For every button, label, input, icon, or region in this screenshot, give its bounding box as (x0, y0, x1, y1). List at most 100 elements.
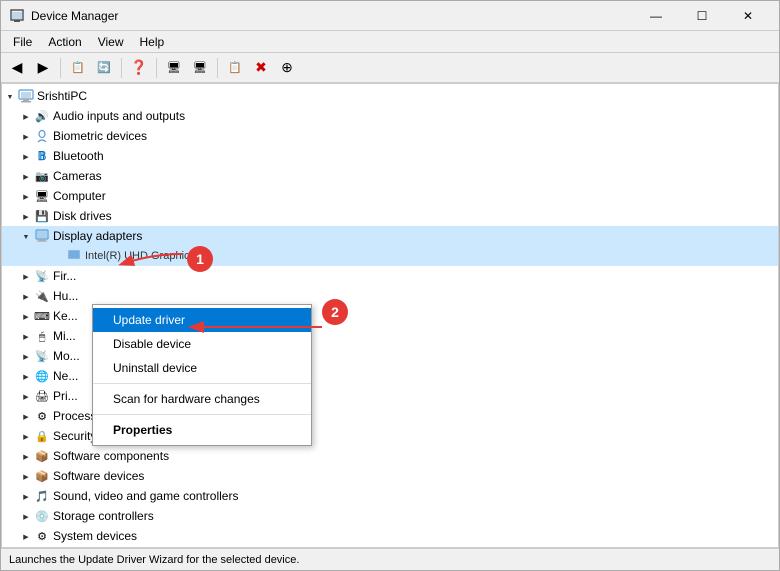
bluetooth-expand-icon[interactable] (18, 148, 34, 164)
tree-item-computer[interactable]: Computer (2, 186, 778, 206)
help-button[interactable]: ❓ (127, 57, 151, 79)
back-button[interactable]: ◀ (5, 57, 29, 79)
pri-expand-icon[interactable] (18, 388, 34, 404)
mi-label: Mi... (53, 329, 76, 343)
fir-label: Fir... (53, 269, 76, 283)
tree-item-sw-devices[interactable]: Software devices (2, 466, 778, 486)
tree-item-system[interactable]: System devices (2, 526, 778, 546)
tree-item-hu[interactable]: Hu... (2, 286, 778, 306)
update-driver-button[interactable]: 🔄 (92, 57, 116, 79)
mo-label: Mo... (53, 349, 80, 363)
tree-item-sound[interactable]: Sound, video and game controllers (2, 486, 778, 506)
tree-item-display-sub[interactable]: Intel(R) UHD Graphics (2, 246, 778, 266)
tree-item-usb-controllers[interactable]: Universal Serial Bus controllers (2, 546, 778, 547)
biometric-label: Biometric devices (53, 129, 147, 143)
ne-icon (34, 368, 50, 384)
ne-expand-icon[interactable] (18, 368, 34, 384)
system-icon (34, 528, 50, 544)
storage-icon (34, 508, 50, 524)
device-view-button[interactable]: 🖥 (188, 57, 212, 79)
menu-action[interactable]: Action (40, 33, 89, 51)
sw-devices-expand-icon[interactable] (18, 468, 34, 484)
toolbar-separator-3 (156, 58, 157, 78)
sw-devices-label: Software devices (53, 469, 144, 483)
menu-help[interactable]: Help (132, 33, 173, 51)
ctx-disable-device[interactable]: Disable device (93, 332, 311, 356)
biometric-expand-icon[interactable] (18, 128, 34, 144)
cameras-expand-icon[interactable] (18, 168, 34, 184)
fir-expand-icon[interactable] (18, 268, 34, 284)
forward-button[interactable]: ▶ (31, 57, 55, 79)
tree-item-sw-components[interactable]: Software components (2, 446, 778, 466)
ctx-separator-1 (93, 383, 311, 384)
mo-expand-icon[interactable] (18, 348, 34, 364)
menu-view[interactable]: View (90, 33, 132, 51)
annotation-1: 1 (187, 246, 213, 272)
tree-item-biometric[interactable]: Biometric devices (2, 126, 778, 146)
annotation-2: 2 (322, 299, 348, 325)
processors-icon (34, 408, 50, 424)
tree-item-audio[interactable]: Audio inputs and outputs (2, 106, 778, 126)
properties-button[interactable]: 📋 (66, 57, 90, 79)
mi-expand-icon[interactable] (18, 328, 34, 344)
display-icon (34, 228, 50, 244)
security-icon (34, 428, 50, 444)
disable-button[interactable]: ✖ (249, 57, 273, 79)
add-hardware-button[interactable]: 📋 (223, 57, 247, 79)
pri-icon (34, 388, 50, 404)
tree-item-fir[interactable]: Fir... (2, 266, 778, 286)
tree-root[interactable]: SrishtiPC (2, 86, 778, 106)
ctx-properties[interactable]: Properties (93, 418, 311, 442)
tree-item-storage[interactable]: Storage controllers (2, 506, 778, 526)
display-label: Display adapters (53, 229, 142, 243)
computer-expand-icon[interactable] (18, 188, 34, 204)
bluetooth-icon: 𝔹 (34, 148, 50, 164)
cameras-label: Cameras (53, 169, 102, 183)
sw-components-expand-icon[interactable] (18, 448, 34, 464)
hu-expand-icon[interactable] (18, 288, 34, 304)
minimize-button[interactable]: — (633, 1, 679, 31)
processors-expand-icon[interactable] (18, 408, 34, 424)
audio-label: Audio inputs and outputs (53, 109, 185, 123)
ctx-scan-hardware[interactable]: Scan for hardware changes (93, 387, 311, 411)
tree-item-bluetooth[interactable]: 𝔹 Bluetooth (2, 146, 778, 166)
display-expand-icon[interactable] (18, 228, 34, 244)
computer-label: Computer (53, 189, 106, 203)
sound-expand-icon[interactable] (18, 488, 34, 504)
main-area: SrishtiPC Audio inputs and outputs Biome… (1, 83, 779, 548)
disk-expand-icon[interactable] (18, 208, 34, 224)
mi-icon (34, 328, 50, 344)
sw-devices-icon (34, 468, 50, 484)
tree-item-cameras[interactable]: Cameras (2, 166, 778, 186)
menu-file[interactable]: File (5, 33, 40, 51)
audio-expand-icon[interactable] (18, 108, 34, 124)
security-expand-icon[interactable] (18, 428, 34, 444)
root-expand-icon[interactable] (2, 88, 18, 104)
resource-button[interactable]: ⊕ (275, 57, 299, 79)
storage-expand-icon[interactable] (18, 508, 34, 524)
disk-label: Disk drives (53, 209, 112, 223)
ctx-uninstall-device[interactable]: Uninstall device (93, 356, 311, 380)
window-title: Device Manager (31, 9, 633, 23)
app-icon (9, 8, 25, 24)
tree-item-disk[interactable]: Disk drives (2, 206, 778, 226)
biometric-icon (34, 128, 50, 144)
root-label: SrishtiPC (37, 89, 87, 103)
ke-icon (34, 308, 50, 324)
tree-item-display[interactable]: Display adapters (2, 226, 778, 246)
fir-icon (34, 268, 50, 284)
ke-label: Ke... (53, 309, 78, 323)
mo-icon (34, 348, 50, 364)
sound-icon (34, 488, 50, 504)
system-expand-icon[interactable] (18, 528, 34, 544)
display-sub-expand-icon (50, 248, 66, 264)
system-label: System devices (53, 529, 137, 543)
close-button[interactable]: ✕ (725, 1, 771, 31)
maximize-button[interactable]: ☐ (679, 1, 725, 31)
ke-expand-icon[interactable] (18, 308, 34, 324)
ctx-update-driver[interactable]: Update driver (93, 308, 311, 332)
toolbar: ◀ ▶ 📋 🔄 ❓ 🖥 🖥 📋 ✖ ⊕ (1, 53, 779, 83)
context-menu: Update driver Disable device Uninstall d… (92, 304, 312, 446)
window-controls: — ☐ ✕ (633, 1, 771, 31)
scan-changes-button[interactable]: 🖥 (162, 57, 186, 79)
